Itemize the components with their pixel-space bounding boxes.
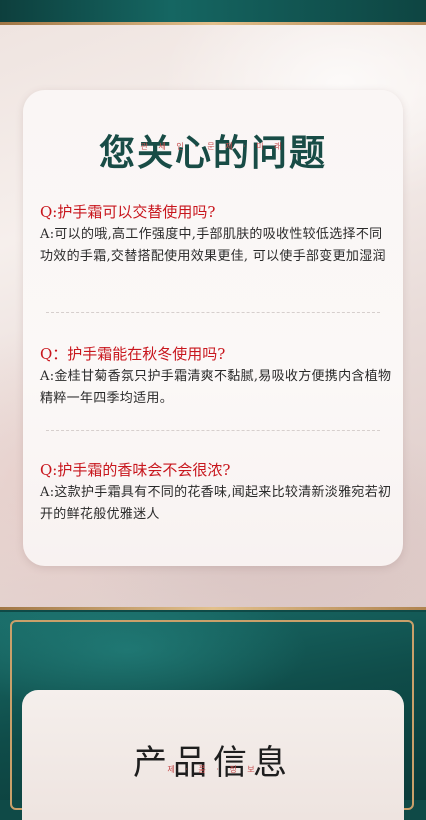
faq-answer: A:这款护手霜具有不同的花香味,闻起来比较清新淡雅宛若初开的鲜花般优雅迷人 xyxy=(40,485,392,522)
gold-divider-line xyxy=(0,607,426,610)
faq-question: Q:护手霜可以交替使用吗? xyxy=(40,203,216,221)
faq-answer: A:金桂甘菊香氛只护手霜清爽不黏腻,易吸收方便携内含植物精粹一年四季均适用。 xyxy=(40,369,392,406)
faq-question: Q:护手霜的香味会不会很浓? xyxy=(40,461,231,479)
faq-item: Q:护手霜的香味会不会很浓? A:这款护手霜具有不同的花香味,闻起来比较清新淡雅… xyxy=(40,460,392,526)
product-info-title: 产品信息 xyxy=(133,743,293,783)
top-teal-band xyxy=(0,0,426,22)
dashed-divider xyxy=(46,430,380,431)
product-info-title-overlay: 제 · 품 · 정 보 xyxy=(167,765,259,774)
faq-question: Q：护手霜能在秋冬使用吗? xyxy=(40,345,226,363)
faq-title-overlay: 관 세 인 · 문 제 · 미 래 xyxy=(140,142,286,151)
faq-answer: A:可以的哦,高工作强度中,手部肌肤的吸收性较低选择不同功效的手霜,交替搭配使用… xyxy=(40,227,386,264)
dashed-divider xyxy=(46,312,380,313)
faq-item: Q:护手霜可以交替使用吗? A:可以的哦,高工作强度中,手部肌肤的吸收性较低选择… xyxy=(40,202,392,268)
faq-item: Q：护手霜能在秋冬使用吗? A:金桂甘菊香氛只护手霜清爽不黏腻,易吸收方便携内含… xyxy=(40,344,392,410)
